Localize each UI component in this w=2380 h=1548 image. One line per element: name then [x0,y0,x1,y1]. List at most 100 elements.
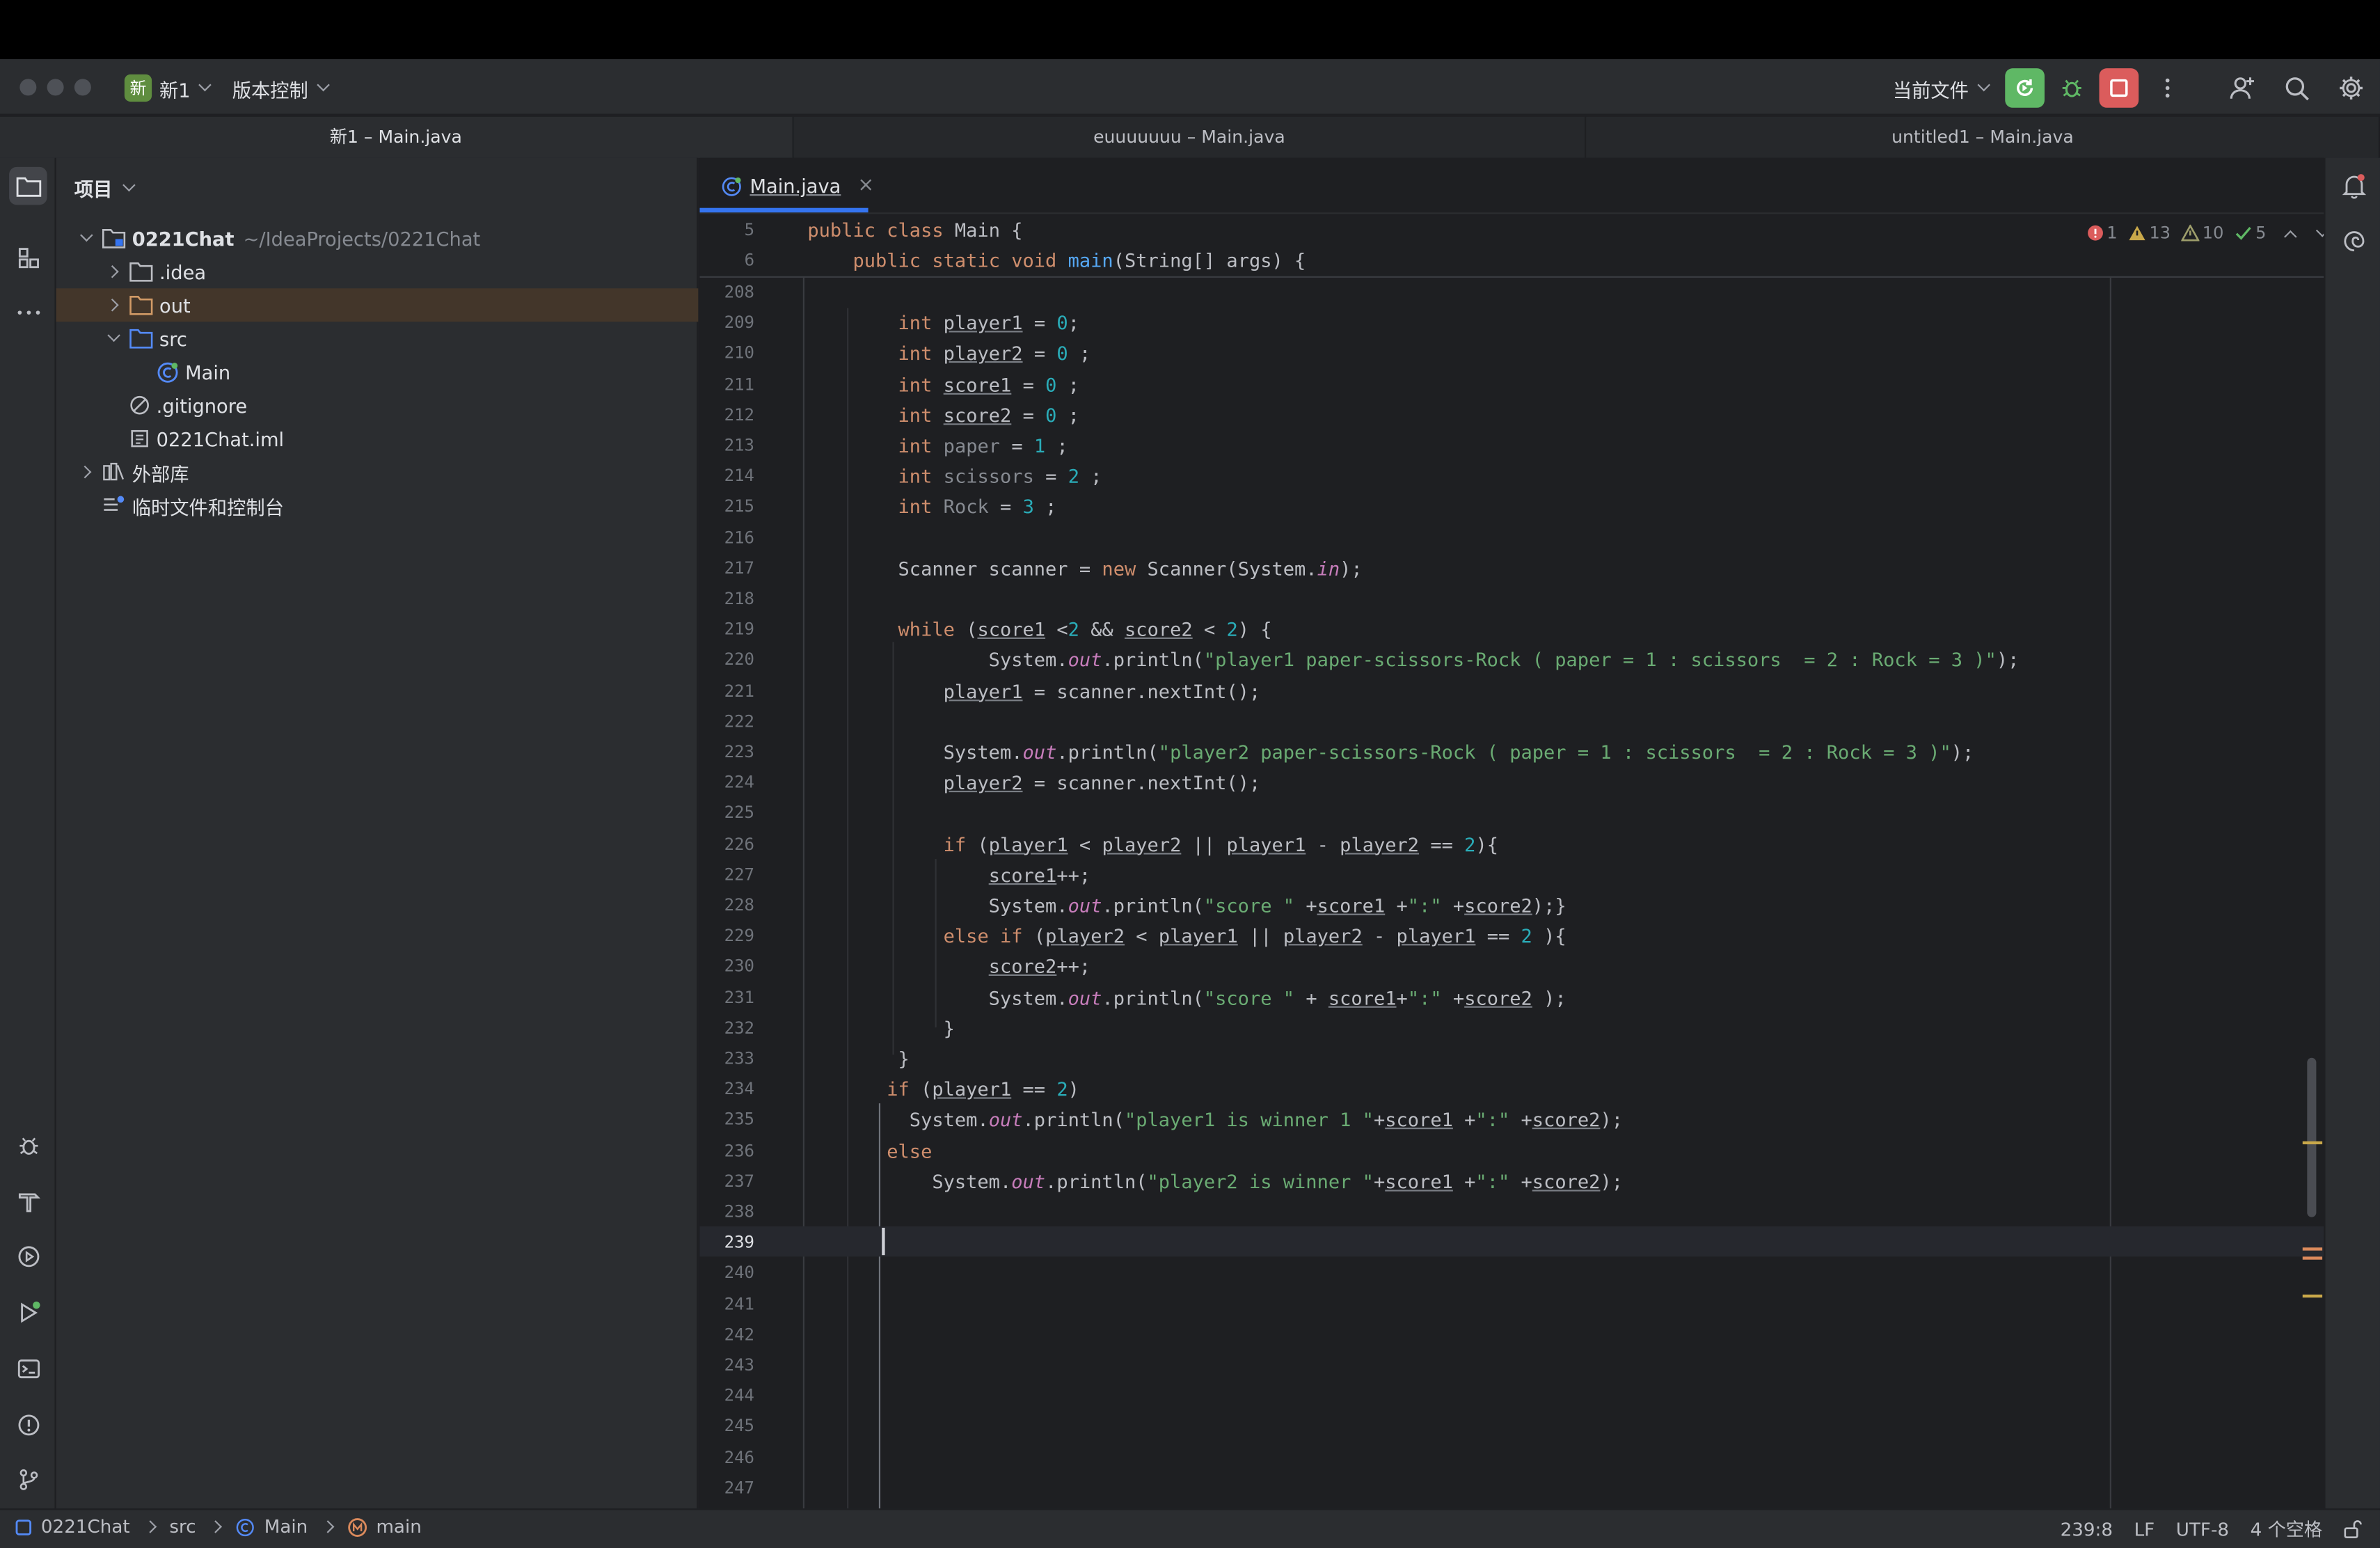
error-stripe-marker[interactable] [2302,1256,2323,1260]
code-line[interactable]: System.out.println("score " + score1+":"… [807,983,1566,1013]
window-tabs: 新1 – Main.java euuuuuuu – Main.java unti… [0,116,2380,158]
breadcrumb-item-class[interactable]: Main [264,1516,308,1538]
code-line[interactable]: System.out.println("score " +score1 +":"… [807,891,1566,922]
run-tool-button[interactable] [9,1293,47,1332]
search-everywhere-button[interactable] [2278,70,2315,106]
warning-stripe-marker[interactable] [2302,1294,2323,1298]
notifications-button[interactable] [2335,167,2373,205]
editor-tab-main[interactable]: Main.java × [712,158,883,214]
debug-button[interactable] [2054,70,2090,106]
code-line[interactable]: if (player1 == 2) [807,1075,1079,1105]
ok-count: 5 [2235,223,2266,243]
breadcrumb-item-project[interactable]: 0221Chat [41,1516,130,1538]
tree-row-scratches[interactable]: 临时文件和控制台 [56,489,699,522]
code-line[interactable]: int paper = 1 ; [807,431,1068,461]
gutter-separator [802,278,804,1509]
chevron-down-icon[interactable] [102,329,123,342]
caret-position[interactable]: 239:8 [2061,1518,2113,1540]
code-line[interactable]: System.out.println("player2 paper-scisso… [807,738,1974,768]
tree-row-iml[interactable]: 0221Chat.iml [56,422,699,455]
project-switcher[interactable]: 新 新1 [116,70,219,106]
tree-row-root[interactable]: 0221Chat ~/IdeaProjects/0221Chat [56,221,699,255]
tree-row-out[interactable]: out [56,288,699,322]
code-line[interactable]: System.out.println("player1 is winner 1 … [807,1105,1623,1136]
line-number: 214 [724,466,755,487]
code-with-me-button[interactable] [2223,70,2260,106]
indent-setting[interactable]: 4 个空格 [2251,1516,2323,1542]
tree-row-gitignore[interactable]: .gitignore [56,388,699,422]
close-icon[interactable]: × [857,175,874,198]
code-line[interactable]: player1 = scanner.nextInt(); [807,677,1261,707]
code-line[interactable]: player2 = scanner.nextInt(); [807,768,1261,799]
project-panel-header[interactable]: 项目 [74,173,136,202]
window-tab-euuuuuuu[interactable]: euuuuuuu – Main.java [793,116,1587,158]
more-actions-button[interactable] [2149,70,2185,106]
chevron-right-icon[interactable] [74,465,96,479]
code-line[interactable]: score1++; [807,860,1090,891]
code-line[interactable] [807,1228,887,1258]
code-line[interactable]: else if (player2 < player1 || player2 - … [807,922,1566,952]
inspection-widget[interactable]: 1 13 10 5 [2087,223,2329,243]
file-encoding[interactable]: UTF-8 [2176,1518,2229,1540]
code-line[interactable]: int player2 = 0 ; [807,339,1091,370]
code-line[interactable]: int player1 = 0; [807,308,1079,339]
scratches-icon [104,496,125,511]
chevron-right-icon[interactable] [102,265,123,278]
vertical-scrollbar-thumb[interactable] [2307,1057,2317,1217]
close-window-button[interactable] [19,79,37,96]
settings-button[interactable] [2333,70,2369,106]
code-line[interactable]: else [807,1136,932,1167]
structure-tool-button[interactable] [9,238,47,276]
ai-assistant-button[interactable] [2335,221,2373,260]
current-line-number: 239 [724,1232,755,1253]
chevron-down-icon[interactable] [74,228,96,242]
editor-tabs: Main.java × [699,157,2324,214]
code-line[interactable]: System.out.println("player1 paper-scisso… [807,646,2020,677]
code-line[interactable]: int Rock = 3 ; [807,492,1057,523]
debug-tool-button[interactable] [9,1126,47,1164]
zoom-window-button[interactable] [74,79,91,96]
code-line[interactable]: score2++; [807,952,1090,983]
tree-row-main[interactable]: Main [56,355,699,388]
vcs-menu[interactable]: 版本控制 [223,70,338,106]
run-config-selector[interactable]: 当前文件 [1884,70,1998,106]
more-tools-button[interactable] [9,293,47,331]
build-tool-button[interactable] [9,1183,47,1221]
code-line[interactable]: int score2 = 0 ; [807,400,1079,431]
code-line[interactable]: } [807,1013,955,1044]
services-tool-button[interactable] [9,1237,47,1275]
code-line[interactable]: System.out.println("player2 is winner "+… [807,1167,1623,1197]
tree-row-src[interactable]: src [56,322,699,355]
window-tab-new1[interactable]: 新1 – Main.java [0,116,794,158]
tree-label: 外部库 [132,461,189,485]
git-tool-button[interactable] [9,1460,47,1499]
code-line[interactable]: int score1 = 0 ; [807,370,1079,400]
code-line[interactable]: if (player1 < player2 || player1 - playe… [807,830,1498,860]
code-line[interactable]: while (score1 <2 && score2 < 2) { [807,615,1272,645]
tree-row-idea[interactable]: .idea [56,255,699,288]
terminal-tool-button[interactable] [9,1349,47,1387]
tree-row-external-libs[interactable]: 外部库 [56,455,699,489]
error-stripe-marker[interactable] [2302,1247,2323,1251]
sticky-line-method[interactable]: public static void main(String[] args) { [807,246,1306,276]
code-line[interactable]: int scissors = 2 ; [807,461,1102,492]
line-separator[interactable]: LF [2134,1518,2155,1540]
problems-tool-button[interactable] [9,1405,47,1444]
current-line-highlight [699,1226,2324,1257]
rerun-icon [2017,79,2033,96]
chevron-up-icon[interactable] [2284,229,2297,243]
chevron-right-icon[interactable] [102,299,123,312]
sticky-line-class[interactable]: public class Main { [807,216,1022,246]
warning-stripe-marker[interactable] [2302,1141,2323,1145]
stop-button[interactable] [2099,68,2139,108]
code-line[interactable]: Scanner scanner = new Scanner(System.in)… [807,553,1363,584]
code-line[interactable]: } [807,1044,910,1075]
bug-icon [2062,79,2081,97]
window-tab-untitled1[interactable]: untitled1 – Main.java [1587,116,2380,158]
chevron-right-icon [321,1520,334,1533]
rerun-button[interactable] [2005,68,2045,108]
breadcrumb-item-method[interactable]: main [376,1516,421,1538]
minimize-window-button[interactable] [47,79,64,96]
project-tool-button[interactable] [9,166,47,205]
breadcrumb-item-src[interactable]: src [169,1516,196,1538]
